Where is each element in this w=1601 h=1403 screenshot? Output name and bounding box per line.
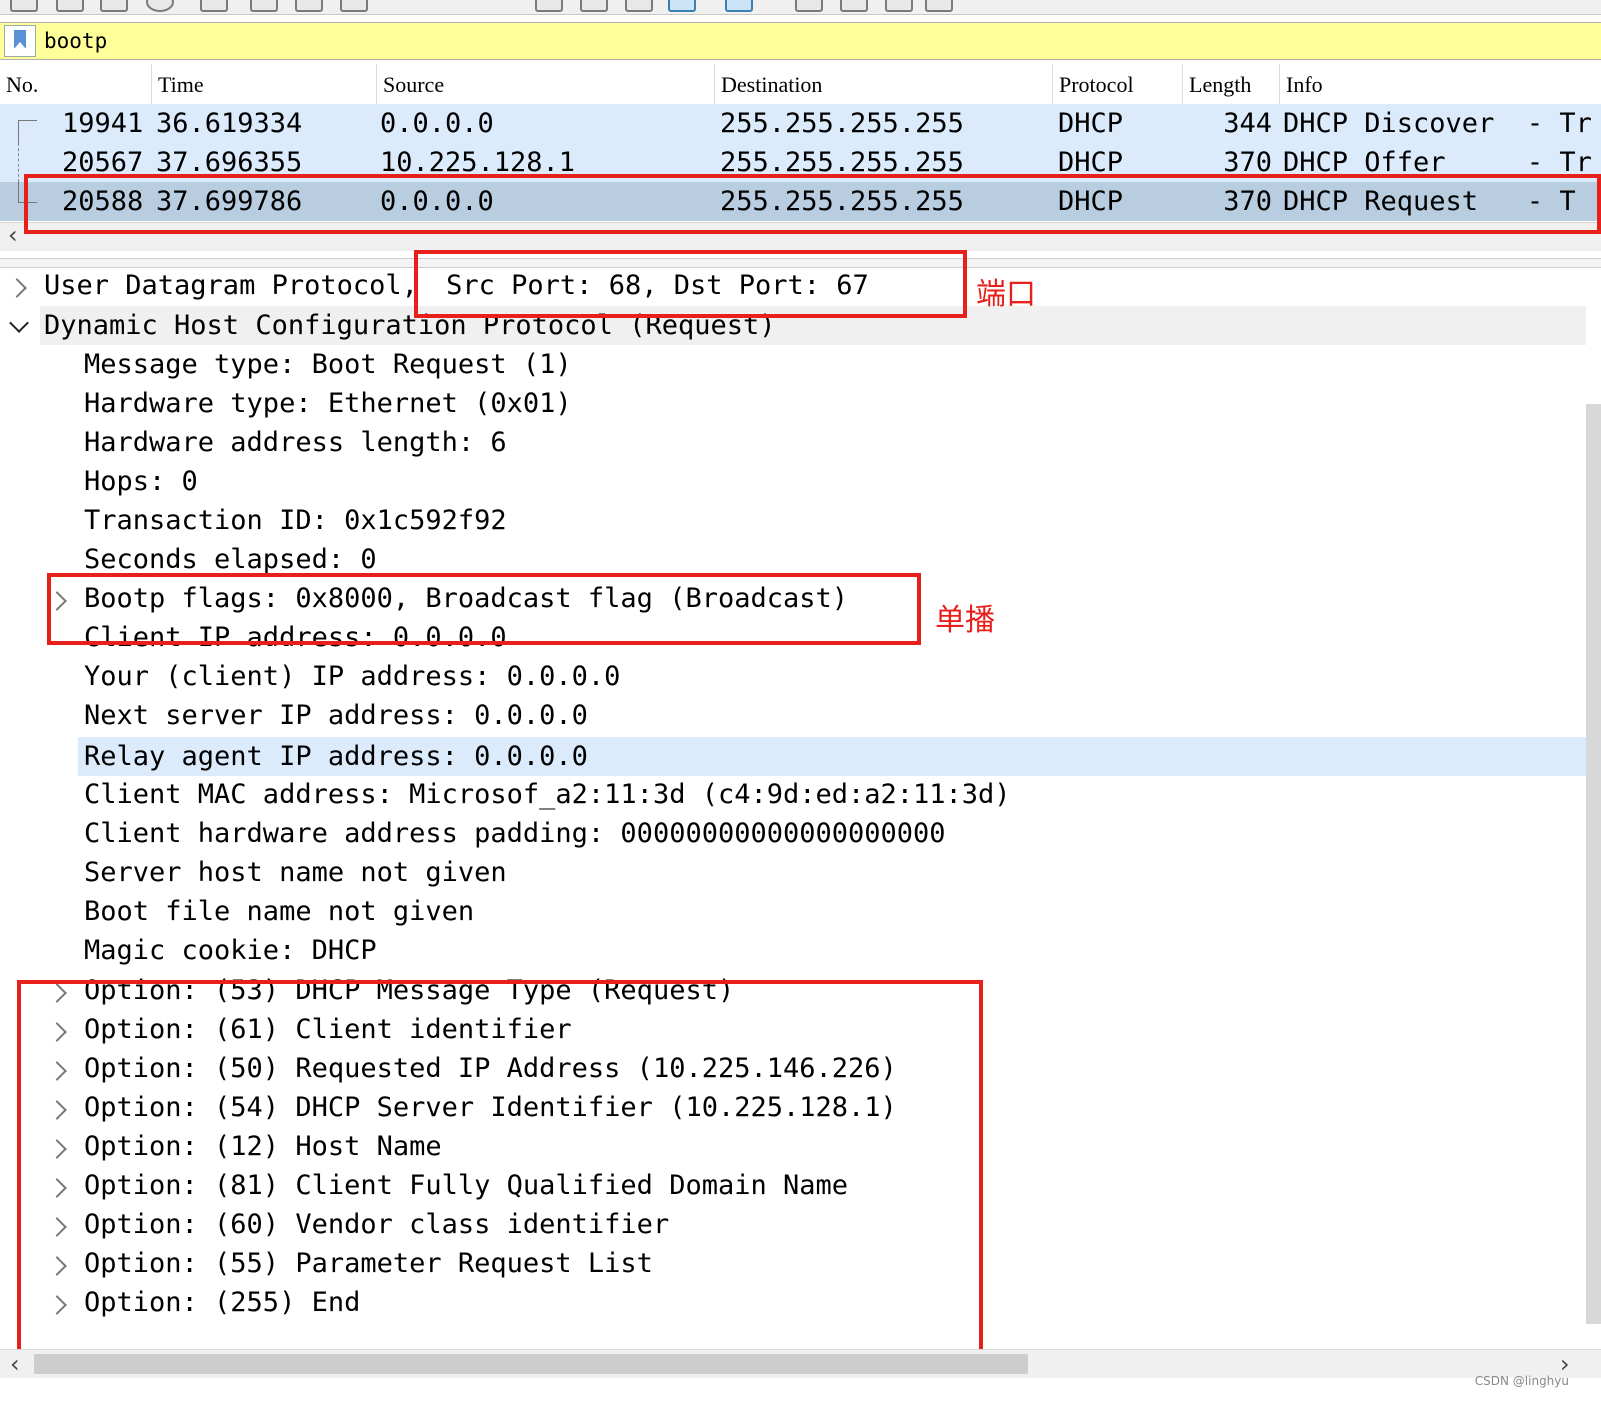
tree-field[interactable]: Message type: Boot Request (1) [84, 345, 572, 384]
collapse-chevron-icon[interactable] [9, 313, 29, 333]
packet-source: 0.0.0.0 [380, 108, 494, 139]
go-to-packet-icon[interactable] [340, 0, 368, 12]
scroll-left-icon[interactable]: ‹ [10, 1350, 20, 1378]
find-packet-icon[interactable] [200, 0, 228, 12]
normal-size-icon[interactable] [885, 0, 913, 12]
packet-list-header: No. Time Source Destination Protocol Len… [0, 64, 1601, 107]
annotation-box-bootp-flags [47, 573, 921, 645]
column-header-destination[interactable]: Destination [715, 64, 1053, 106]
annotation-box-options [17, 980, 983, 1370]
packet-row[interactable]: 19941 36.619334 0.0.0.0 255.255.255.255 … [0, 104, 1601, 145]
column-header-length[interactable]: Length [1183, 64, 1280, 106]
column-header-protocol[interactable]: Protocol [1053, 64, 1183, 106]
bookmark-icon[interactable] [4, 25, 36, 57]
tree-field-highlighted[interactable]: Relay agent IP address: 0.0.0.0 [78, 737, 1586, 776]
column-header-no[interactable]: No. [0, 64, 152, 106]
main-toolbar [0, 0, 1601, 15]
autoscroll-icon[interactable] [625, 0, 653, 12]
zoom-in-icon[interactable] [795, 0, 823, 12]
resize-columns-icon[interactable] [925, 0, 953, 12]
scroll-left-icon[interactable]: ‹ [8, 221, 18, 249]
expand-chevron-icon[interactable] [7, 278, 27, 298]
column-header-info[interactable]: Info [1280, 64, 1601, 106]
detail-horizontal-scrollbar[interactable]: ‹ › [0, 1349, 1601, 1378]
tree-field[interactable]: Transaction ID: 0x1c592f92 [84, 501, 507, 540]
tree-field[interactable]: Hardware address length: 6 [84, 423, 507, 462]
go-back-icon[interactable] [250, 0, 278, 12]
tree-field[interactable]: Your (client) IP address: 0.0.0.0 [84, 657, 620, 696]
annotation-label-flags: 单播 [935, 603, 995, 638]
packet-protocol: DHCP [1058, 108, 1124, 139]
column-header-time[interactable]: Time [152, 64, 377, 106]
colorize-icon[interactable] [668, 0, 696, 12]
watermark-text: CSDN @linghyu [1474, 1374, 1569, 1388]
last-packet-icon[interactable] [580, 0, 608, 12]
auto-scroll-live-icon[interactable] [725, 0, 753, 12]
packet-length: 344 [1223, 108, 1272, 139]
annotation-box-ports [414, 250, 967, 318]
tree-field[interactable]: Server host name not given [84, 853, 507, 892]
conversation-bracket [18, 120, 37, 145]
scrollbar-thumb[interactable] [34, 1354, 1028, 1374]
packet-no: 19941 [62, 108, 144, 139]
packet-time: 36.619334 [156, 108, 303, 139]
packet-info: DHCP Discover - Tr [1283, 108, 1592, 139]
reload-icon[interactable] [146, 0, 174, 12]
tree-field[interactable]: Next server IP address: 0.0.0.0 [84, 696, 588, 735]
tree-field[interactable]: Client MAC address: Microsof_a2:11:3d (c… [84, 775, 1011, 814]
go-forward-icon[interactable] [295, 0, 323, 12]
detail-vertical-scrollbar[interactable] [1586, 404, 1601, 1324]
packet-destination: 255.255.255.255 [720, 108, 964, 139]
first-packet-icon[interactable] [535, 0, 563, 12]
open-file-icon[interactable] [10, 0, 38, 12]
tree-field[interactable]: Boot file name not given [84, 892, 474, 931]
tree-field[interactable]: Hardware type: Ethernet (0x01) [84, 384, 572, 423]
zoom-out-icon[interactable] [840, 0, 868, 12]
display-filter-input[interactable]: bootp [44, 27, 107, 55]
udp-label: User Datagram Protocol, [44, 270, 418, 301]
annotation-box-selected-packet [24, 174, 1601, 234]
conversation-bracket [18, 143, 20, 182]
close-file-icon[interactable] [100, 0, 128, 12]
column-header-source[interactable]: Source [377, 64, 715, 106]
annotation-label-port: 端口 [976, 277, 1036, 312]
display-filter-bar: bootp [0, 22, 1601, 60]
tree-field[interactable]: Client hardware address padding: 0000000… [84, 814, 946, 853]
tree-field[interactable]: Hops: 0 [84, 462, 198, 501]
save-file-icon[interactable] [56, 0, 84, 12]
tree-field[interactable]: Magic cookie: DHCP [84, 931, 377, 970]
